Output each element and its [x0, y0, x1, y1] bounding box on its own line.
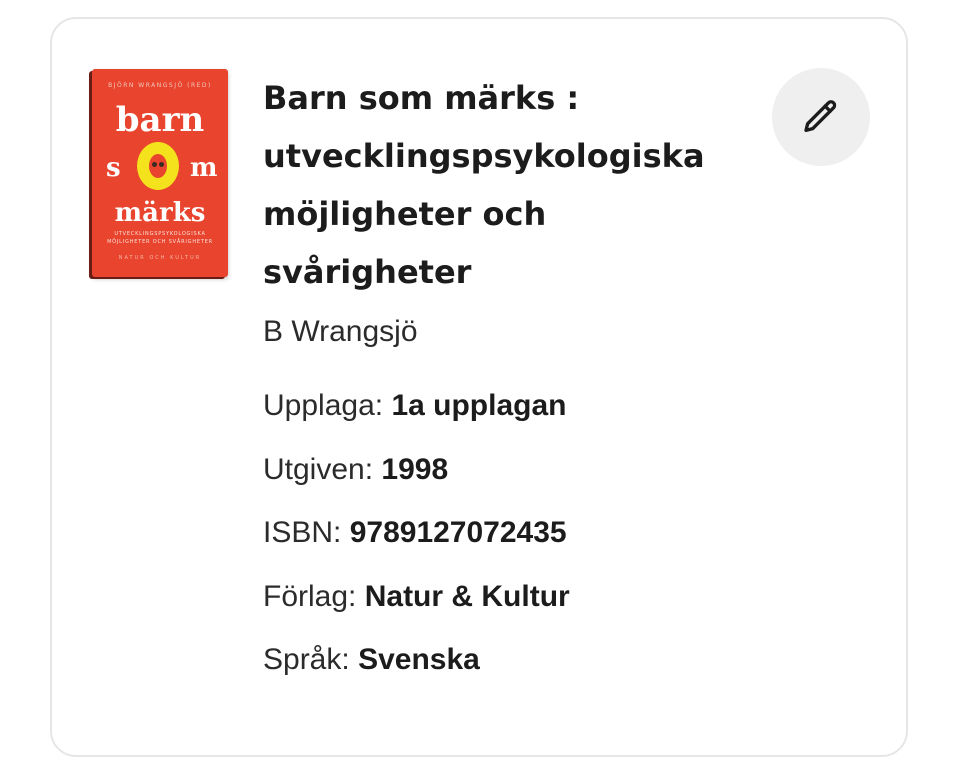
detail-label: Språk: — [263, 643, 350, 676]
detail-label: Förlag: — [263, 579, 357, 613]
detail-edition: Upplaga: 1a upplagan — [263, 389, 570, 453]
detail-isbn: ISBN: 9789127072435 — [263, 516, 570, 580]
detail-publisher: Förlag: Natur & Kultur — [263, 580, 570, 644]
cover-title-word-barn: barn — [115, 100, 205, 140]
detail-language: Språk: Svenska — [263, 643, 570, 707]
edit-button[interactable] — [772, 68, 870, 166]
cover-author-line: BJÖRN WRANGSJÖ (RED) — [108, 82, 212, 89]
book-details-list: Upplaga: 1a upplagan Utgiven: 1998 ISBN:… — [263, 389, 570, 707]
cover-title-letter-s: s — [106, 153, 121, 183]
detail-label: ISBN: — [263, 516, 342, 549]
detail-published: Utgiven: 1998 — [263, 453, 570, 517]
cover-title-letter-m: m — [190, 153, 218, 183]
detail-value: Svenska — [358, 643, 480, 676]
detail-label: Utgiven: — [263, 452, 374, 486]
cover-publisher-line: NATUR OCH KULTUR — [118, 255, 202, 261]
cover-face-o — [137, 142, 179, 190]
cover-title-word-marks: märks — [114, 198, 206, 228]
cover-subtitle-line-2: MÖJLIGHETER OCH SVÅRIGHETER — [107, 239, 213, 245]
book-cover-image: BJÖRN WRANGSJÖ (RED) barn s m märks UTVE… — [92, 69, 228, 277]
detail-value: 1a upplagan — [391, 389, 567, 422]
pencil-icon — [804, 100, 837, 132]
detail-label: Upplaga: — [263, 389, 384, 422]
cover-face-eye — [159, 162, 164, 167]
book-author: B Wrangsjö — [263, 315, 418, 348]
detail-value: 9789127072435 — [349, 516, 567, 549]
book-title: Barn som märks : utvecklingspsykologiska… — [263, 79, 705, 291]
cover-face-eye — [152, 162, 157, 167]
detail-value: Natur & Kultur — [364, 579, 570, 613]
book-card: BJÖRN WRANGSJÖ (RED) barn s m märks UTVE… — [50, 17, 908, 757]
cover-subtitle-line-1: UTVECKLINGSPSYKOLOGISKA — [114, 231, 206, 237]
detail-value: 1998 — [381, 452, 449, 486]
